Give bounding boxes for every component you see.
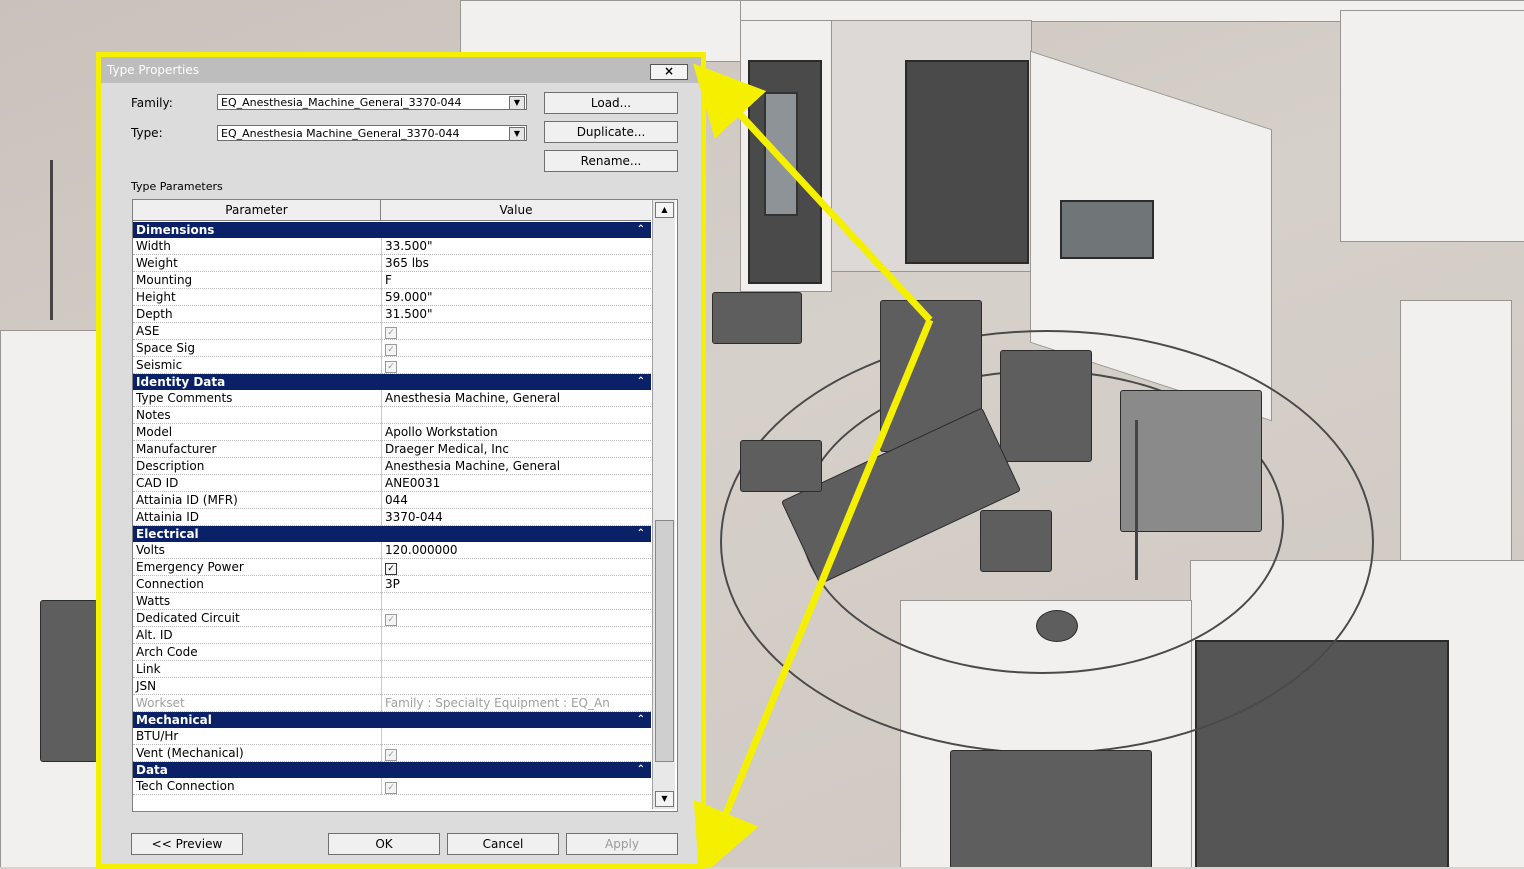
callout-arrows [693,63,934,867]
arrow-upper [693,63,933,323]
arrow-lower [693,318,934,867]
